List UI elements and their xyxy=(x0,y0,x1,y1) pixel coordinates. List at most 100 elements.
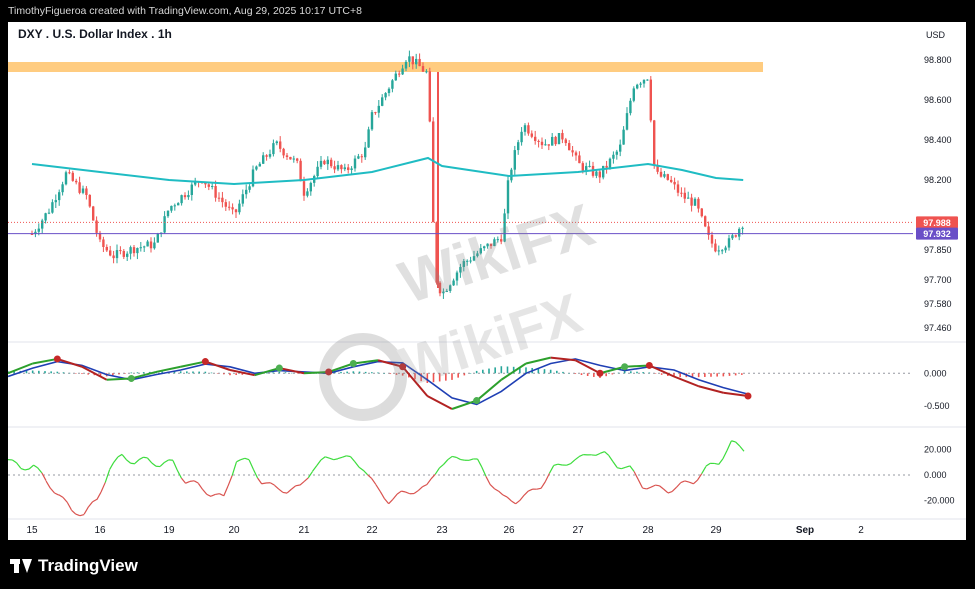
candle-body xyxy=(275,141,278,144)
macd-histogram-bar xyxy=(266,373,268,374)
candle-body xyxy=(245,189,248,195)
oscillator-line-segment xyxy=(83,506,89,515)
macd-histogram-bar xyxy=(50,371,52,374)
macd-cross-marker xyxy=(645,361,653,369)
candle-body xyxy=(132,247,136,254)
candle-body xyxy=(282,148,285,156)
macd-histogram-bar xyxy=(543,369,546,374)
tradingview-logo[interactable]: TradingView xyxy=(10,556,138,576)
macd-histogram-bar xyxy=(586,373,589,376)
candle-body xyxy=(234,209,238,213)
oscillator-line-segment xyxy=(646,486,652,490)
oscillator-line-segment xyxy=(663,488,669,494)
oscillator-line-segment xyxy=(456,456,461,461)
candle-body xyxy=(394,73,397,81)
time-tick-label: 29 xyxy=(710,525,722,536)
candle-body xyxy=(92,206,95,221)
oscillator-line-segment xyxy=(515,499,521,505)
oscillator-line-segment xyxy=(11,459,17,464)
candle-body xyxy=(323,160,326,165)
macd-histogram-bar xyxy=(364,371,367,374)
candle-body xyxy=(370,112,374,130)
price-axis[interactable]: 98.800 98.600 98.400 98.200 97.850 97.700 97.5… xyxy=(916,55,958,506)
oscillator-line-segment xyxy=(354,461,360,468)
candle-body xyxy=(554,136,557,145)
macd-histogram-bar xyxy=(56,371,59,374)
candle-body xyxy=(401,68,404,75)
candle-body xyxy=(683,192,686,199)
macd-line-segment xyxy=(624,364,650,368)
oscillator-line-segment xyxy=(388,498,394,505)
candle-body xyxy=(102,239,105,247)
oscillator-line-segment xyxy=(303,477,309,482)
oscillator-line-segment xyxy=(45,480,51,489)
oscillator-line-segment xyxy=(92,498,98,503)
candle-body xyxy=(122,250,125,257)
oscillator-line-segment xyxy=(621,466,626,470)
macd-histogram-bar xyxy=(611,373,614,375)
candle-body xyxy=(418,58,421,67)
macd-histogram-bar xyxy=(235,373,237,376)
candle-body xyxy=(139,247,142,249)
oscillator-line-segment xyxy=(28,464,34,470)
candle-body xyxy=(289,156,292,160)
chart-panel[interactable]: 98.800 98.600 98.400 98.200 97.850 97.700 97.5… xyxy=(8,22,966,540)
candle-body xyxy=(639,83,642,85)
tradingview-logo-icon xyxy=(10,559,32,573)
candle-body xyxy=(517,142,520,151)
candle-body xyxy=(217,197,221,199)
moving-average-series xyxy=(31,156,744,186)
candle-body xyxy=(384,93,387,98)
oscillator-line-segment xyxy=(113,456,119,463)
candle-body xyxy=(642,79,646,84)
candle-body xyxy=(258,163,261,167)
wikifx-watermark: WikiFXWikiFX xyxy=(319,191,602,421)
footer-bar xyxy=(0,540,975,589)
macd-cross-marker xyxy=(127,374,135,382)
macd-histogram-bar xyxy=(617,372,620,374)
candle-body xyxy=(353,158,357,169)
candle-body xyxy=(629,100,632,114)
oscillator-line-segment xyxy=(413,490,419,494)
candle-body xyxy=(374,112,377,114)
candle-body xyxy=(296,158,299,161)
oscillator-line-segment xyxy=(511,500,516,505)
oscillator-line-segment xyxy=(215,493,220,496)
chart-canvas[interactable]: 98.800 98.600 98.400 98.200 97.850 97.700 97.5… xyxy=(8,22,966,540)
time-axis[interactable]: 15 16 19 20 21 22 23 26 27 28 29 Sep 2 xyxy=(26,525,864,536)
candle-body xyxy=(714,243,717,252)
price-tick-label: 98.200 xyxy=(924,175,952,185)
candle-body xyxy=(717,250,720,252)
candle-body xyxy=(156,233,159,243)
macd-histogram-bar xyxy=(278,371,281,374)
candle-body xyxy=(180,195,183,204)
candle-body xyxy=(221,197,224,203)
candle-body xyxy=(262,155,265,164)
macd-histogram-bar xyxy=(383,373,385,374)
oscillator-line-segment xyxy=(96,491,102,500)
candle-body xyxy=(693,198,697,206)
candle-body xyxy=(343,167,346,170)
candle-body xyxy=(316,166,319,177)
oscillator-line-segment xyxy=(176,469,182,479)
candle-body xyxy=(44,213,47,221)
oscillator-line-segment xyxy=(164,459,170,463)
candle-body xyxy=(71,172,74,181)
macd-histogram-bar xyxy=(593,373,595,377)
oscillator-line-segment xyxy=(426,478,432,486)
oscillator-line-segment xyxy=(612,461,618,468)
candle-body xyxy=(47,212,51,214)
candle-body xyxy=(608,158,612,168)
oscillator-line-segment xyxy=(540,481,546,489)
macd-histogram-bar xyxy=(377,372,379,374)
oscillator-line-segment xyxy=(337,456,343,460)
macd-histogram-bar xyxy=(654,373,657,374)
candle-body xyxy=(622,129,625,145)
symbol-title[interactable]: DXY . U.S. Dollar Index . 1h xyxy=(18,27,172,41)
oscillator-line-segment xyxy=(202,489,208,495)
macd-cross-marker xyxy=(621,363,629,371)
macd-histogram-bar xyxy=(389,373,392,375)
candle-body xyxy=(734,235,737,237)
macd-histogram-bar xyxy=(340,371,342,374)
macd-histogram-bar xyxy=(605,373,607,377)
